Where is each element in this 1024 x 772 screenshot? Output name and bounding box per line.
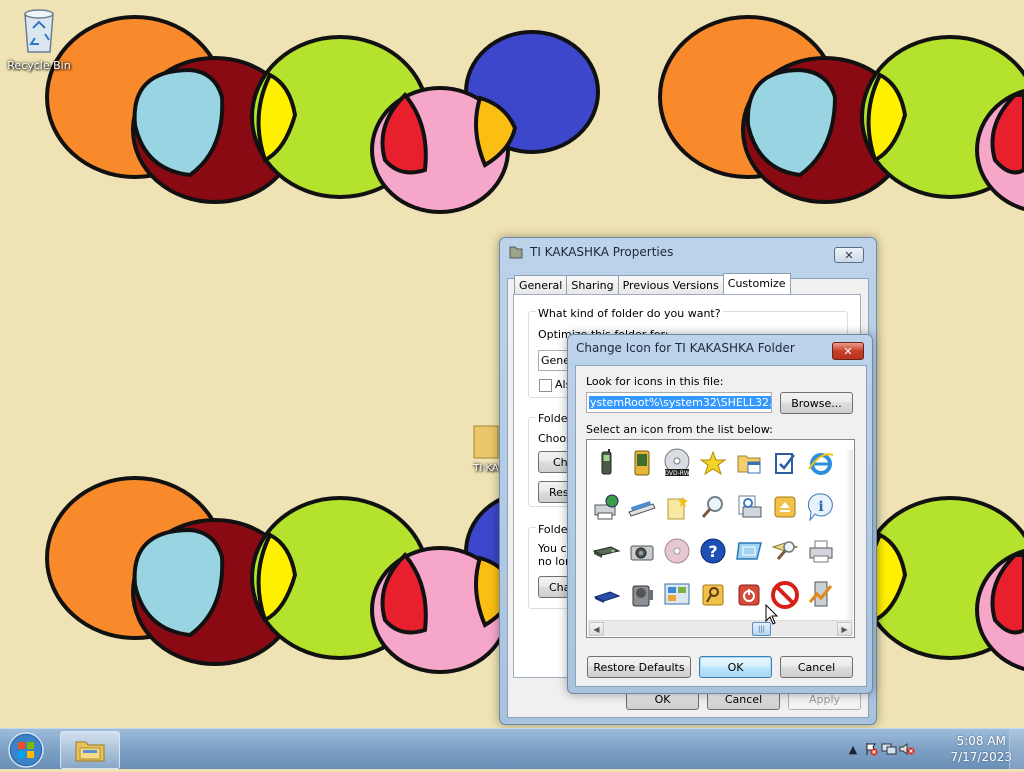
checklist-icon[interactable] (770, 448, 800, 478)
system-tray: ▲ (844, 729, 916, 769)
change-icon-dialog: Change Icon for TI KAKASHKA Folder ✕ Loo… (567, 334, 873, 694)
cd-disc-icon[interactable] (662, 536, 692, 566)
display-icon[interactable] (734, 536, 764, 566)
internet-explorer-icon[interactable] (806, 448, 836, 478)
change-icon-cancel-button[interactable]: Cancel (780, 656, 853, 678)
new-document-icon[interactable] (662, 492, 692, 522)
scanner-icon[interactable] (627, 492, 657, 522)
help-icon[interactable]: ? (698, 536, 728, 566)
svg-text:i: i (818, 499, 823, 515)
camera-icon[interactable] (627, 536, 657, 566)
change-icon-close-button[interactable]: ✕ (832, 342, 864, 360)
star-icon[interactable] (698, 448, 728, 478)
taskbar: ▲ 5:08 AM 7/17/2023 (0, 728, 1024, 769)
calendar-folder-icon[interactable] (734, 448, 764, 478)
video-camera-icon[interactable] (627, 580, 657, 610)
folder-icon (473, 425, 499, 459)
partial-icon-column (845, 450, 853, 620)
information-icon[interactable]: i (806, 492, 836, 522)
printer-icon[interactable] (806, 536, 836, 566)
run-program-icon[interactable] (806, 580, 836, 610)
volume-muted-icon[interactable] (898, 741, 916, 757)
network-icon[interactable] (880, 741, 898, 757)
also-apply-checkbox[interactable] (539, 379, 552, 392)
change-icon-ok-button[interactable]: OK (699, 656, 772, 678)
search-folder-icon[interactable] (770, 536, 800, 566)
properties-close-button[interactable]: ✕ (834, 247, 864, 263)
change-icon-client-area: Look for icons in this file: ystemRoot%\… (575, 365, 867, 687)
mobile-phone-icon[interactable] (591, 448, 621, 478)
restore-defaults-button[interactable]: Restore Defaults (587, 656, 691, 678)
floppy-disk-icon[interactable] (591, 580, 621, 610)
network-printer-icon[interactable] (591, 492, 621, 522)
control-panel-icon[interactable] (662, 580, 692, 610)
icon-file-path-text: ystemRoot%\system32\SHELL32.dll (589, 396, 771, 409)
shutdown-icon[interactable] (734, 580, 764, 610)
windows-orb-icon (8, 732, 44, 768)
svg-text:DVD-RW: DVD-RW (664, 470, 689, 477)
scroll-right-arrow[interactable]: ▶ (837, 622, 852, 636)
scroll-left-arrow[interactable]: ◀ (589, 622, 604, 636)
tab-customize[interactable]: Customize (722, 273, 791, 296)
mouse-cursor-icon (765, 604, 779, 625)
change-icon-title: Change Icon for TI KAKASHKA Folder (576, 341, 795, 355)
properties-title: TI KAKASHKA Properties (530, 245, 674, 259)
icon-list[interactable]: DVD-RW i ? ◀ ||| ▶ (586, 439, 855, 638)
print-preview-icon[interactable] (734, 492, 764, 522)
recycle-bin-desktop-icon[interactable]: Recycle Bin (4, 6, 74, 72)
action-center-flag-icon[interactable] (862, 741, 880, 757)
show-hidden-icons-chevron[interactable]: ▲ (844, 741, 862, 757)
magnifier-icon[interactable] (698, 492, 728, 522)
look-for-label: Look for icons in this file: (586, 375, 724, 388)
pda-device-icon[interactable] (627, 448, 657, 478)
change-icon-titlebar: Change Icon for TI KAKASHKA Folder (576, 341, 795, 355)
icon-list-scrollbar[interactable]: ◀ ||| ▶ (588, 620, 853, 636)
taskbar-explorer-button[interactable] (60, 731, 120, 769)
key-icon[interactable] (698, 580, 728, 610)
dvd-rw-icon[interactable]: DVD-RW (662, 448, 692, 478)
taskbar-clock[interactable]: 5:08 AM 7/17/2023 (950, 733, 1012, 765)
windows-explorer-icon (75, 741, 105, 762)
icon-file-path-input[interactable]: ystemRoot%\system32\SHELL32.dll (586, 392, 772, 413)
recycle-bin-label: Recycle Bin (7, 59, 71, 72)
folder-title-icon (509, 246, 523, 259)
eject-icon[interactable] (770, 492, 800, 522)
network-drive-icon[interactable] (591, 536, 621, 566)
recycle-bin-icon (24, 9, 54, 53)
start-button[interactable] (4, 731, 48, 769)
clock-time: 5:08 AM (956, 734, 1006, 748)
show-desktop-button[interactable] (1009, 729, 1024, 769)
properties-titlebar: TI KAKASHKA Properties (508, 244, 673, 260)
svg-text:?: ? (708, 542, 717, 561)
folder-kind-heading: What kind of folder do you want? (536, 307, 723, 320)
browse-button[interactable]: Browse... (780, 392, 853, 414)
clock-date: 7/17/2023 (950, 750, 1012, 764)
select-icon-label: Select an icon from the list below: (586, 423, 773, 436)
